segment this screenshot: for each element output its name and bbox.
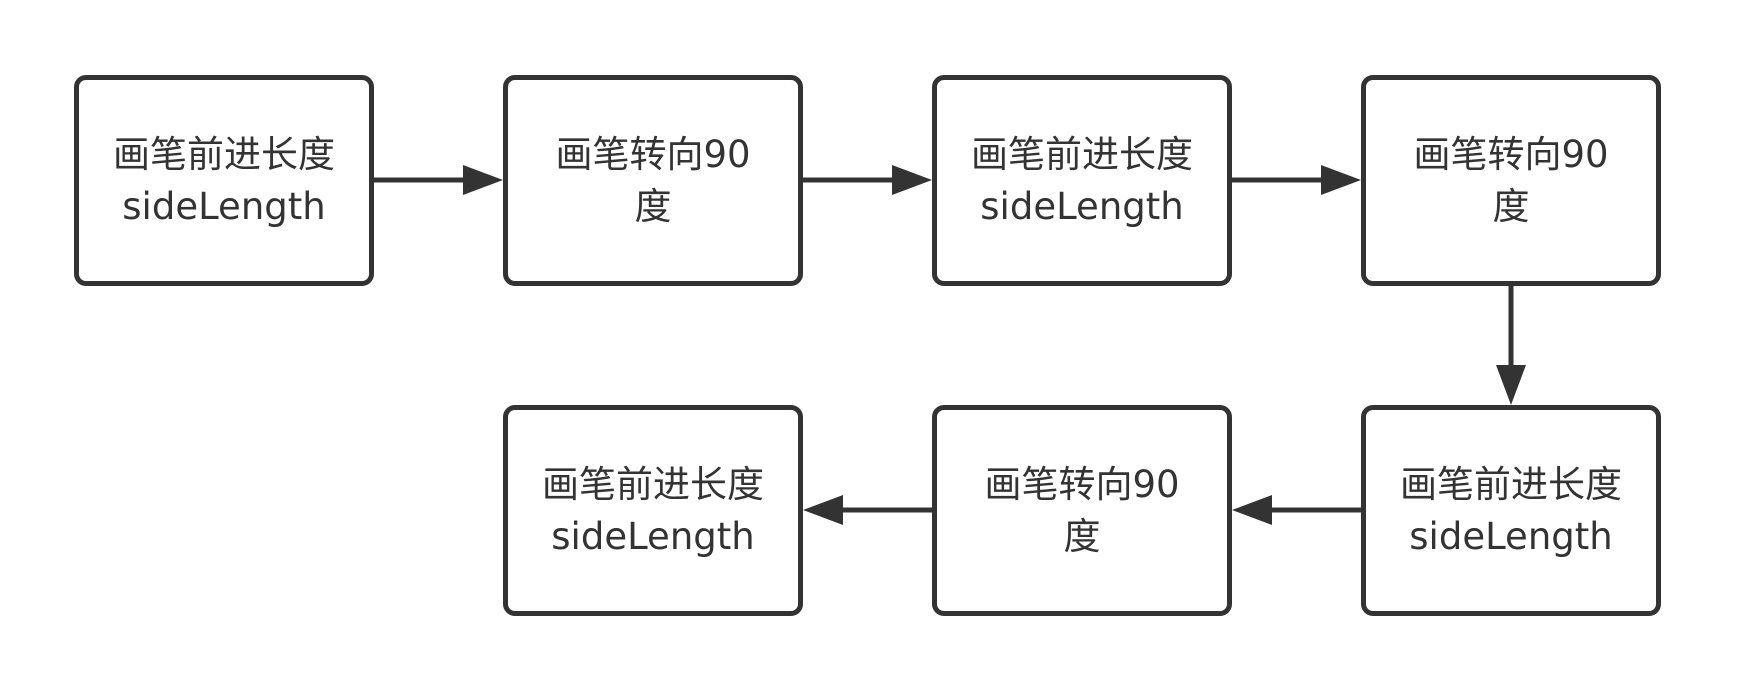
step-3-label: 画笔前进长度 sideLength: [971, 132, 1193, 228]
step-6-turn: 画笔转向90 度: [932, 405, 1232, 616]
step-5-label: 画笔前进长度 sideLength: [1400, 462, 1622, 558]
arrow-step3-to-step4: [1232, 165, 1361, 195]
step-6-label: 画笔转向90 度: [984, 462, 1180, 558]
step-7-move-forward: 画笔前进长度 sideLength: [503, 405, 803, 616]
step-7-label: 画笔前进长度 sideLength: [542, 462, 764, 558]
step-1-move-forward: 画笔前进长度 sideLength: [74, 75, 374, 286]
step-3-move-forward: 画笔前进长度 sideLength: [932, 75, 1232, 286]
arrow-step5-to-step6: [1232, 495, 1361, 525]
arrow-step2-to-step3: [803, 165, 932, 195]
arrow-step4-to-step5: [1496, 286, 1526, 405]
step-2-label: 画笔转向90 度: [555, 132, 751, 228]
step-1-label: 画笔前进长度 sideLength: [113, 132, 335, 228]
step-2-turn: 画笔转向90 度: [503, 75, 803, 286]
arrow-step6-to-step7: [803, 495, 932, 525]
step-4-label: 画笔转向90 度: [1413, 132, 1609, 228]
step-4-turn: 画笔转向90 度: [1361, 75, 1661, 286]
arrow-step1-to-step2: [374, 165, 503, 195]
step-5-move-forward: 画笔前进长度 sideLength: [1361, 405, 1661, 616]
